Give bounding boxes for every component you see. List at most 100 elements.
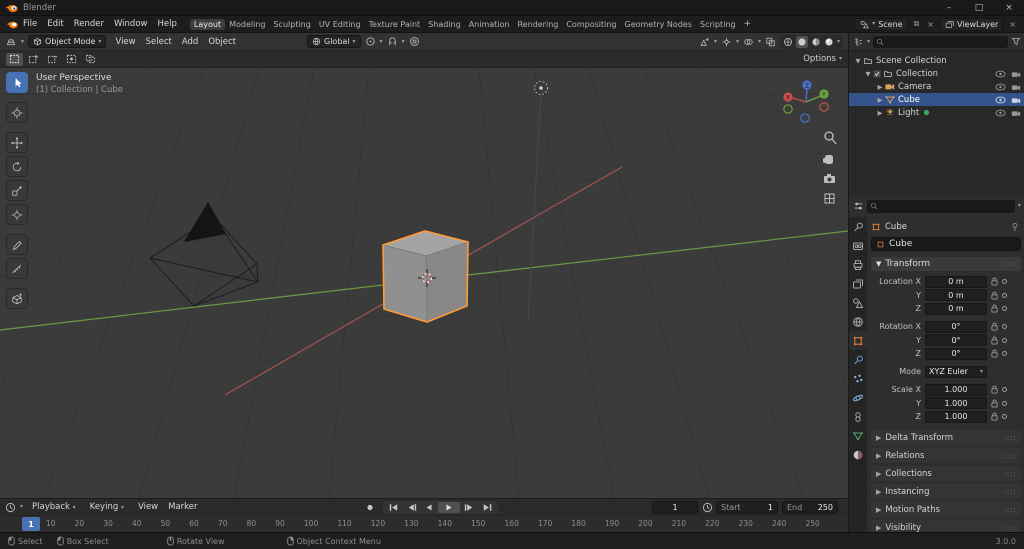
value-field[interactable]: 0 m	[925, 289, 987, 301]
timeline-ruler[interactable]: 10 20 30 40 50 60 70 80 90 100 110 120 130 140 150 160 1…	[0, 515, 848, 532]
lock-icon[interactable]	[991, 291, 998, 300]
lock-icon[interactable]	[991, 304, 998, 313]
animate-dot-icon[interactable]	[1002, 400, 1007, 406]
collection-checkbox[interactable]	[873, 70, 881, 78]
workspace-tab[interactable]: Animation	[465, 19, 514, 30]
animate-dot-icon[interactable]	[1002, 306, 1007, 311]
tab-particles[interactable]	[849, 369, 867, 388]
select-mode-subtract-icon[interactable]	[44, 53, 61, 66]
frame-start-field[interactable]: Start 1	[716, 501, 778, 514]
disable-render-camera-icon[interactable]	[1011, 96, 1021, 104]
tool-transform[interactable]	[6, 204, 28, 225]
viewport-menu-item[interactable]: Object	[203, 37, 241, 47]
play-reverse-button[interactable]	[421, 502, 437, 513]
value-field[interactable]: 1.000	[925, 410, 987, 423]
pan-hand-icon[interactable]	[823, 155, 833, 164]
panel-drag-dots[interactable]: ::::	[1004, 506, 1017, 514]
auto-keying-button[interactable]	[362, 502, 378, 513]
filter-icon[interactable]	[1011, 37, 1021, 46]
delete-view-layer-button[interactable]: ×	[1007, 20, 1018, 29]
close-button[interactable]: ×	[994, 0, 1024, 16]
playback-menu[interactable]: Playback ▾	[27, 502, 81, 512]
workspace-tab[interactable]: Compositing	[562, 19, 620, 30]
timeline-menu-item[interactable]: Marker	[163, 502, 202, 512]
disable-render-camera-icon[interactable]	[1011, 70, 1021, 78]
value-field[interactable]: 1.000	[925, 397, 987, 409]
panel-drag-dots[interactable]: ::::	[1004, 524, 1017, 532]
current-frame-field[interactable]: 1	[652, 501, 698, 514]
filter-dropdown-icon[interactable]: ▾	[1018, 203, 1021, 209]
outliner-row-camera[interactable]: ▶ Camera	[849, 80, 1024, 93]
properties-search-input[interactable]	[867, 199, 1015, 213]
expander-icon[interactable]: ▶	[875, 96, 885, 104]
panel-drag-dots[interactable]: ::::	[1004, 452, 1017, 460]
lock-icon[interactable]	[991, 349, 998, 358]
value-field[interactable]: 0°	[925, 320, 987, 333]
viewport-3d[interactable]: Z Y X User Perspective (1) Collection | …	[0, 68, 848, 498]
show-overlays-icon[interactable]	[743, 37, 754, 47]
cube-object[interactable]	[382, 230, 469, 323]
rotation-mode-dropdown[interactable]: XYZ Euler ▾	[925, 365, 987, 378]
menu-item[interactable]: Render	[69, 19, 109, 29]
object-type-visibility-icon[interactable]	[699, 37, 710, 47]
play-button[interactable]	[438, 502, 460, 513]
tab-modifiers[interactable]	[849, 350, 867, 369]
tab-material[interactable]	[849, 445, 867, 464]
collapsed-panel[interactable]: ▶ Instancing ::::	[871, 484, 1021, 499]
expander-icon[interactable]: ▼	[863, 70, 873, 78]
object-name-field[interactable]: Cube	[871, 237, 1021, 251]
tool-annotate[interactable]	[6, 234, 28, 255]
tool-move[interactable]	[6, 132, 28, 153]
tool-cursor[interactable]	[6, 102, 28, 123]
tab-render[interactable]	[849, 236, 867, 255]
collapsed-panel[interactable]: ▶ Relations ::::	[871, 448, 1021, 463]
outliner-row-collection[interactable]: ▼ Collection	[849, 67, 1024, 80]
lock-icon[interactable]	[991, 385, 998, 394]
animate-dot-icon[interactable]	[1002, 324, 1007, 329]
minimize-button[interactable]: –	[934, 0, 964, 16]
hide-eye-icon[interactable]	[995, 96, 1006, 104]
new-scene-button[interactable]: ⧉	[912, 19, 922, 29]
tool-select-box[interactable]	[6, 72, 28, 93]
hide-eye-icon[interactable]	[995, 109, 1006, 117]
workspace-tab[interactable]: Shading	[424, 19, 465, 30]
workspace-tab[interactable]: Geometry Nodes	[621, 19, 696, 30]
timeline-editor-icon[interactable]	[5, 502, 16, 513]
viewport-menu-item[interactable]: Add	[177, 37, 203, 47]
tool-scale[interactable]	[6, 180, 28, 201]
pin-icon[interactable]	[1011, 222, 1019, 232]
snap-magnet-icon[interactable]	[387, 36, 398, 47]
tab-tool[interactable]	[849, 217, 867, 236]
collapsed-panel[interactable]: ▶ Delta Transform ::::	[871, 430, 1021, 445]
shading-material-icon[interactable]	[811, 37, 821, 47]
panel-drag-dots[interactable]: ::::	[1004, 260, 1017, 268]
tab-constraints[interactable]	[849, 407, 867, 426]
select-mode-extend-icon[interactable]	[25, 53, 42, 66]
menu-item[interactable]: Help	[152, 19, 181, 29]
shading-wireframe-icon[interactable]	[783, 37, 793, 47]
collapsed-panel[interactable]: ▶ Motion Paths ::::	[871, 502, 1021, 517]
select-mode-intersect-icon[interactable]	[82, 53, 99, 66]
scene-selector[interactable]: ▾ Scene	[855, 17, 908, 31]
value-field[interactable]: 0 m	[925, 302, 987, 315]
collapsed-panel[interactable]: ▶ Visibility ::::	[871, 520, 1021, 532]
outliner-search-input[interactable]	[873, 35, 1008, 48]
frame-end-field[interactable]: End 250	[782, 501, 838, 514]
tool-add-cube[interactable]	[6, 288, 28, 309]
viewport-menu-item[interactable]: View	[110, 37, 140, 47]
show-gizmo-icon[interactable]	[721, 37, 732, 47]
tab-physics[interactable]	[849, 388, 867, 407]
value-field[interactable]: 1.000	[925, 383, 987, 396]
view-layer-selector[interactable]: ViewLayer	[940, 17, 1004, 31]
workspace-tab[interactable]: Sculpting	[269, 19, 314, 30]
expander-icon[interactable]: ▶	[875, 109, 885, 117]
navigation-gizmo[interactable]: Z Y X	[783, 80, 829, 123]
properties-editor-icon[interactable]	[853, 201, 864, 211]
lock-icon[interactable]	[991, 277, 998, 286]
proportional-editing-icon[interactable]	[409, 36, 420, 47]
toggle-view-icon[interactable]	[824, 193, 835, 204]
menu-item[interactable]: File	[18, 19, 42, 29]
hide-eye-icon[interactable]	[995, 83, 1006, 91]
lock-icon[interactable]	[991, 322, 998, 331]
xray-toggle-icon[interactable]	[765, 37, 776, 47]
